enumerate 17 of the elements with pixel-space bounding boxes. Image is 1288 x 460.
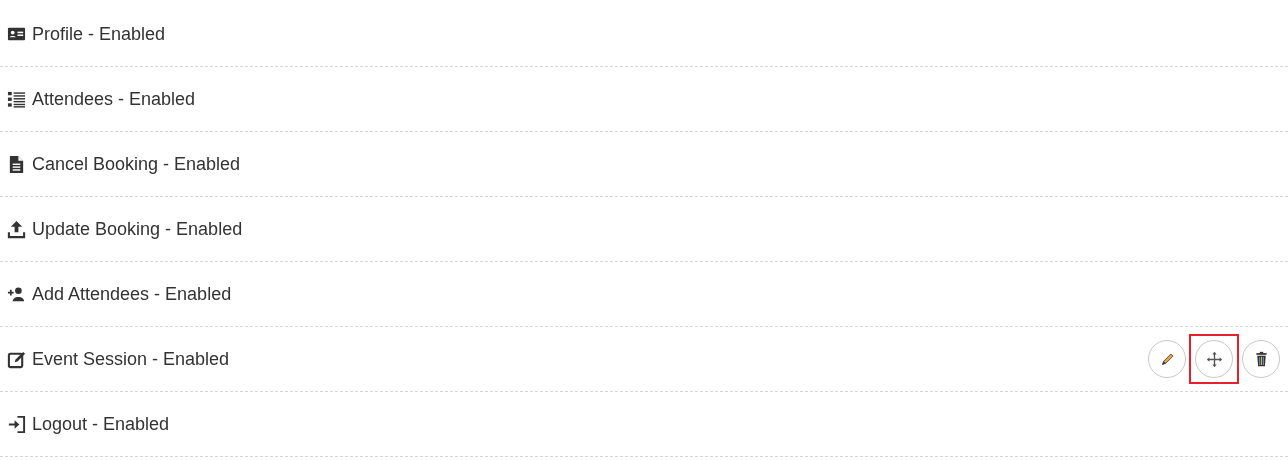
menu-item-label: Update Booking - Enabled — [32, 218, 243, 240]
menu-item-label: Attendees - Enabled — [32, 88, 196, 110]
login-icon — [7, 414, 26, 434]
delete-button[interactable] — [1242, 340, 1280, 378]
pencil-icon — [1158, 350, 1176, 368]
move-button[interactable] — [1195, 340, 1233, 378]
list-icon — [7, 89, 26, 109]
menu-item-label: Event Session - Enabled — [32, 348, 230, 370]
menu-item-label: Logout - Enabled — [32, 413, 170, 435]
move-icon — [1205, 350, 1223, 368]
menu-item-label: Profile - Enabled — [32, 23, 166, 45]
menu-item-label: Add Attendees - Enabled — [32, 283, 232, 305]
edit-icon — [7, 349, 26, 369]
menu-item-label: Cancel Booking - Enabled — [32, 153, 241, 175]
upload-icon — [7, 219, 26, 239]
add-user-icon — [7, 284, 26, 304]
document-icon — [7, 154, 26, 174]
